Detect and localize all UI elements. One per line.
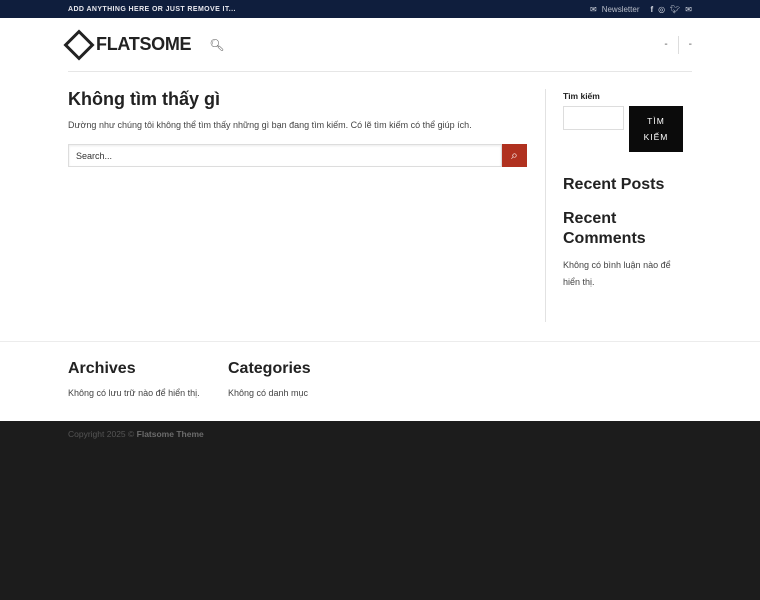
email-icon[interactable]: ✉	[685, 5, 692, 14]
sidebar-divider	[545, 89, 546, 322]
archives-title: Archives	[68, 360, 136, 377]
sidebar-search-label: Tìm kiếm	[563, 91, 600, 101]
copyright-text: Copyright 2025 ©	[68, 429, 135, 439]
newsletter-link[interactable]: Newsletter	[602, 5, 640, 14]
page-title: Không tìm thấy gì	[68, 89, 220, 109]
header-divider	[68, 71, 692, 72]
theme-link[interactable]: Flatsome Theme	[137, 429, 204, 439]
button-label: TÌM	[647, 116, 665, 126]
search-button[interactable]: ⌕	[502, 144, 527, 167]
twitter-icon[interactable]: 🐦︎	[670, 5, 680, 14]
categories-title: Categories	[228, 360, 311, 377]
header-nav-item[interactable]: -	[689, 39, 692, 50]
no-comments-text: Không có bình luận nào để hiển thị.	[563, 260, 671, 287]
sidebar-search-input[interactable]	[563, 106, 624, 130]
sidebar: Tìm kiếm TÌM KIẾM Recent Posts Recent Com…	[563, 89, 693, 291]
footer-widgets: Archives Không có lưu trữ nào để hiển th…	[0, 341, 760, 421]
envelope-icon: ✉	[589, 4, 597, 14]
search-icon: ⌕	[511, 148, 518, 162]
recent-comments-title: Recent Comments	[563, 210, 646, 247]
archives-text: Không có lưu trữ nào để hiển thị.	[68, 388, 200, 398]
copyright: Copyright 2025 © Flatsome Theme	[68, 429, 204, 439]
button-label: KIẾM	[643, 132, 669, 142]
sidebar-search-button[interactable]: TÌM KIẾM	[629, 106, 683, 152]
not-found-description: Dường như chúng tôi không thể tìm thấy n…	[68, 120, 472, 130]
header-nav-item[interactable]: -	[664, 39, 667, 50]
search-input[interactable]	[68, 144, 502, 167]
logo-mark-icon	[63, 28, 95, 61]
top-bar-message: ADD ANYTHING HERE OR JUST REMOVE IT...	[68, 5, 236, 13]
instagram-icon[interactable]: ◎	[658, 5, 665, 14]
categories-text: Không có danh mục	[228, 388, 309, 398]
facebook-icon[interactable]: f	[650, 5, 653, 14]
header: FLATSOME 🔍︎ - -	[0, 18, 760, 71]
logo[interactable]: FLATSOME	[63, 28, 192, 61]
logo-text: FLATSOME	[96, 34, 192, 54]
search-icon[interactable]: 🔍︎	[209, 38, 224, 52]
recent-posts-title: Recent Posts	[563, 176, 665, 193]
divider	[677, 35, 679, 54]
main-content: Không tìm thấy gì Dường như chúng tôi kh…	[68, 89, 527, 167]
footer-bottom: Copyright 2025 © Flatsome Theme	[0, 421, 760, 600]
top-bar: ADD ANYTHING HERE OR JUST REMOVE IT... ✉…	[0, 0, 760, 18]
search-form: ⌕	[68, 144, 527, 167]
